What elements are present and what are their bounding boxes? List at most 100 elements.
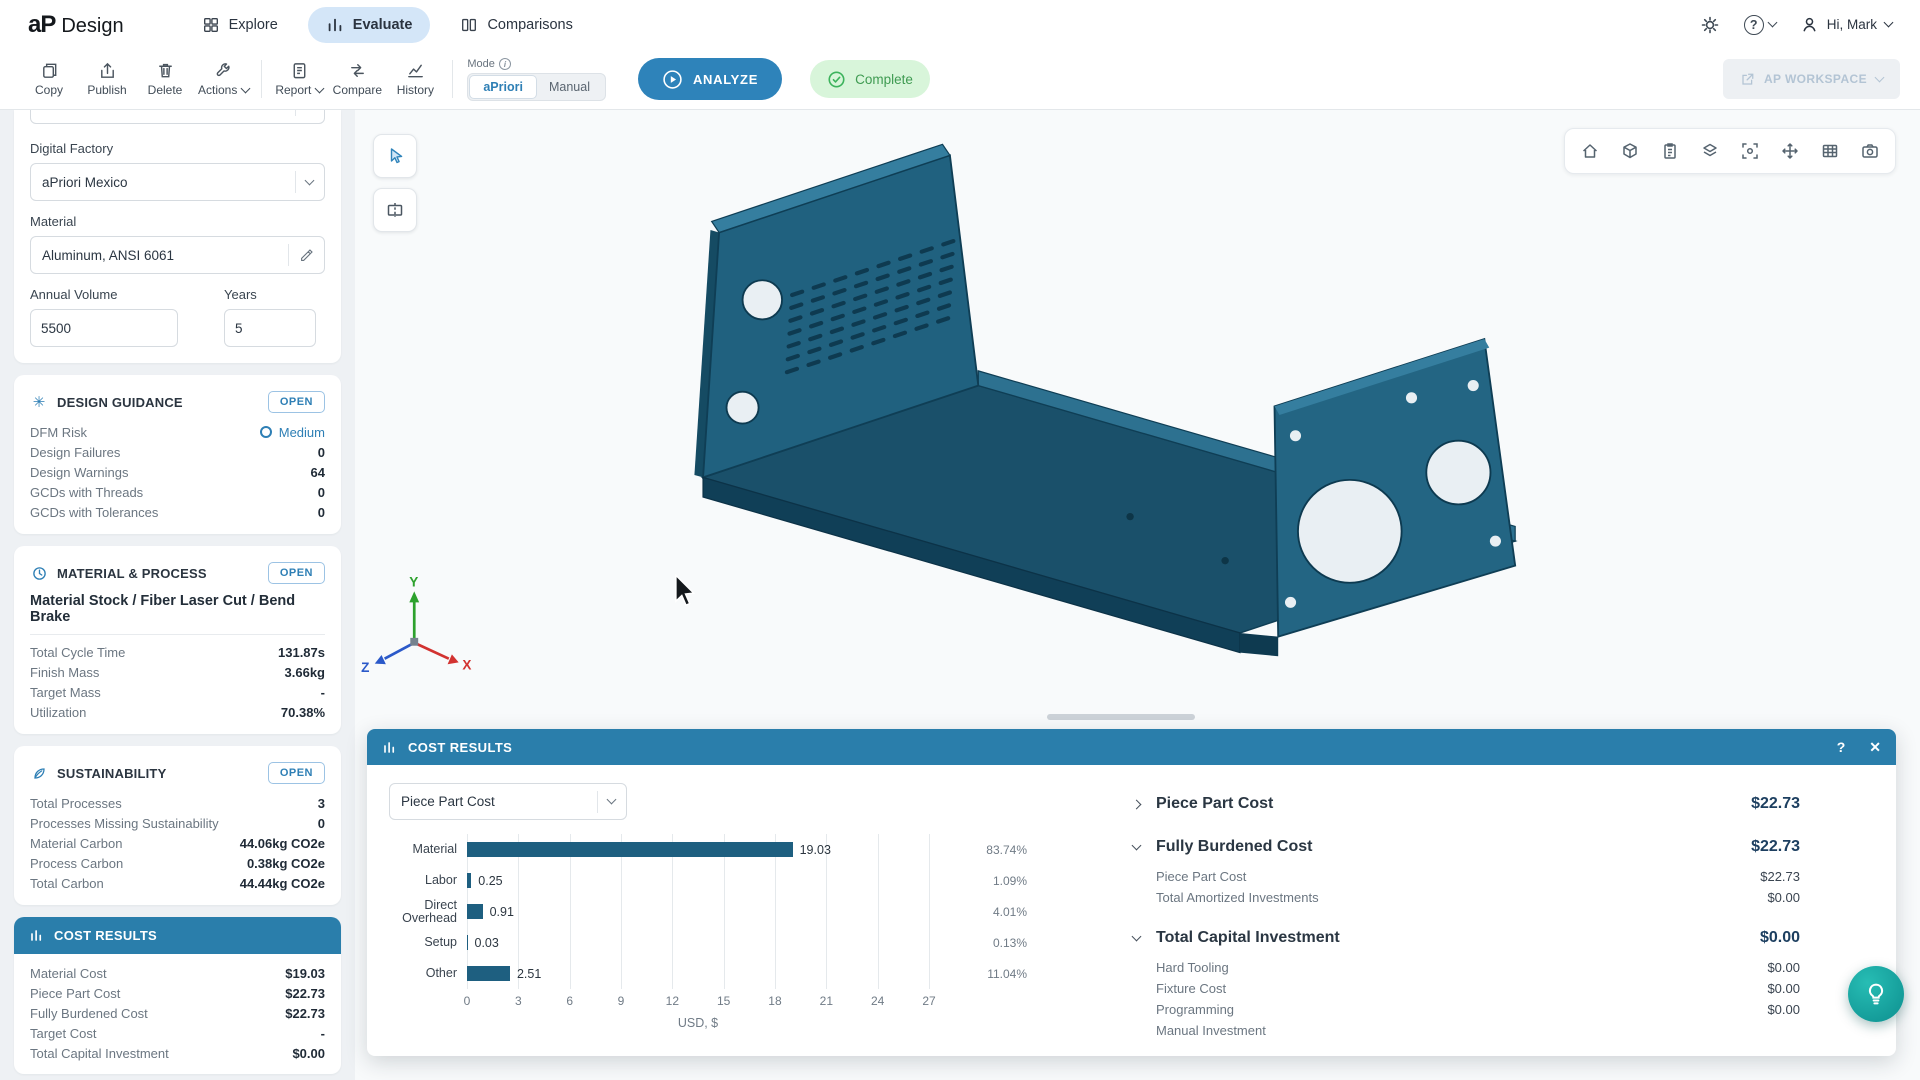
nav-item-evaluate[interactable]: Evaluate (308, 7, 431, 43)
breakdown-section: Piece Part Cost$22.73 (1129, 785, 1800, 823)
main-nav: Explore Evaluate Comparisons (184, 7, 591, 43)
isometric-view-button[interactable] (1610, 131, 1650, 171)
stat-label: Total Cycle Time (30, 645, 125, 660)
stat-value: $22.73 (285, 1006, 325, 1021)
layers-button[interactable] (1690, 131, 1730, 171)
stat-label: Total Processes (30, 796, 122, 811)
select-tool-button[interactable] (373, 134, 417, 178)
grid-table-button[interactable] (1810, 131, 1850, 171)
logo-rest: Design (61, 15, 123, 38)
breakdown-section-header[interactable]: Piece Part Cost$22.73 (1129, 785, 1800, 823)
chart-bar-value: 0.03 (475, 936, 499, 950)
nav-item-explore[interactable]: Explore (184, 7, 296, 43)
material-field[interactable] (30, 236, 325, 274)
history-button[interactable]: History (386, 57, 444, 101)
dfm-risk-icon (260, 426, 272, 438)
analyze-button[interactable]: ANALYZE (638, 58, 782, 100)
stat-row: Process Carbon0.38kg CO2e (30, 853, 325, 873)
delete-button[interactable]: Delete (136, 57, 194, 101)
breakdown-child-label: Manual Investment (1156, 1023, 1266, 1038)
stat-row: Processes Missing Sustainability0 (30, 813, 325, 833)
panel-help-button[interactable]: ? (1837, 739, 1846, 755)
ap-workspace-button[interactable]: AP WORKSPACE (1723, 59, 1900, 99)
sustainability-icon (30, 766, 48, 781)
section-tool-button[interactable] (373, 188, 417, 232)
mode-option-manual[interactable]: Manual (536, 76, 603, 98)
home-view-button[interactable] (1570, 131, 1610, 171)
clipboard-icon (1660, 141, 1680, 161)
stat-value: $22.73 (285, 986, 325, 1001)
chart-category-label: Material (389, 834, 457, 865)
stat-value: 3.66kg (285, 665, 325, 680)
report-button[interactable]: Report (270, 57, 328, 101)
compare-button[interactable]: Compare (328, 57, 386, 101)
bar-chart-icon (382, 740, 397, 755)
actions-button[interactable]: Actions (194, 57, 253, 101)
stat-label: Total Carbon (30, 876, 104, 891)
axis-y-label: Y (409, 574, 418, 589)
viewport-toolbar (1564, 128, 1896, 174)
3d-viewport[interactable]: Y X Z COST (355, 110, 1920, 1080)
x-tick-label: 0 (464, 994, 471, 1008)
cost-results-panel: COST RESULTS ? ✕ Piece Part Cost Materia… (367, 729, 1896, 1056)
nav-item-comparisons[interactable]: Comparisons (442, 7, 590, 43)
process-group-select[interactable]: Sheet Metal (30, 110, 325, 124)
layers-icon (1700, 141, 1720, 161)
comparisons-icon (460, 16, 478, 34)
assistant-fab-button[interactable] (1848, 966, 1904, 1022)
settings-button[interactable] (1700, 15, 1720, 35)
stat-value: 64 (311, 465, 325, 480)
scenario-config-panel: Sheet Metal Digital Factory aPriori Mexi… (14, 110, 341, 363)
years-input[interactable] (224, 309, 316, 347)
help-button[interactable]: ? (1744, 15, 1776, 35)
stat-value: 0 (318, 816, 325, 831)
edit-pencil-icon[interactable] (299, 248, 314, 263)
material-process-open-button[interactable]: OPEN (268, 562, 325, 584)
chart-bar-row: 2.51 (467, 958, 929, 989)
publish-button[interactable]: Publish (78, 57, 136, 101)
chevron-down-icon (1767, 18, 1777, 28)
design-guidance-open-button[interactable]: OPEN (268, 391, 325, 413)
material-process-rows: Total Cycle Time131.87sFinish Mass3.66kg… (30, 642, 325, 722)
chart-category-label: Setup (389, 927, 457, 958)
stat-row: GCDs with Tolerances0 (30, 502, 325, 522)
app-logo[interactable]: aP Design (28, 11, 124, 39)
x-tick-label: 9 (618, 994, 625, 1008)
copy-button[interactable]: Copy (20, 57, 78, 101)
breakdown-child-row: Hard Tooling$0.00 (1156, 957, 1800, 978)
breakdown-child-label: Hard Tooling (1156, 960, 1229, 975)
breakdown-section-header[interactable]: Total Capital Investment$0.00 (1129, 919, 1800, 957)
stat-label: Design Failures (30, 445, 120, 460)
digital-factory-select[interactable]: aPriori Mexico (30, 163, 325, 201)
origin-button[interactable] (1770, 131, 1810, 171)
fit-view-icon (1740, 141, 1760, 161)
stat-value: 3 (318, 796, 325, 811)
chart-bar-percent: 0.13% (941, 927, 1027, 958)
panel-drag-handle[interactable] (1047, 714, 1195, 720)
nav-label: Evaluate (353, 17, 413, 33)
stat-label: Design Warnings (30, 465, 129, 480)
cost-view-select[interactable]: Piece Part Cost (389, 783, 627, 820)
stat-row: DFM RiskMedium (30, 422, 325, 442)
fit-view-button[interactable] (1730, 131, 1770, 171)
breakdown-title: Total Capital Investment (1156, 929, 1747, 947)
notes-button[interactable] (1650, 131, 1690, 171)
user-menu[interactable]: Hi, Mark (1800, 15, 1892, 34)
stat-row: Target Mass- (30, 682, 325, 702)
chart-labels: MaterialLaborDirect OverheadSetupOther (389, 834, 457, 1030)
sustainability-open-button[interactable]: OPEN (268, 762, 325, 784)
stat-row: Material Carbon44.06kg CO2e (30, 833, 325, 853)
chart-bar (467, 873, 471, 888)
stat-row: GCDs with Threads0 (30, 482, 325, 502)
breakdown-section-header[interactable]: Fully Burdened Cost$22.73 (1129, 828, 1800, 866)
stat-row: Finish Mass3.66kg (30, 662, 325, 682)
breakdown-title: Piece Part Cost (1156, 795, 1738, 813)
annual-volume-input[interactable] (30, 309, 178, 347)
panel-close-button[interactable]: ✕ (1869, 739, 1881, 756)
stat-label: Piece Part Cost (30, 986, 120, 1001)
axis-x-label: X (462, 658, 471, 673)
material-label: Material (30, 214, 325, 229)
stat-row: Total Capital Investment$0.00 (30, 1043, 325, 1063)
snapshot-button[interactable] (1850, 131, 1890, 171)
mode-option-apriori[interactable]: aPriori (470, 76, 536, 98)
